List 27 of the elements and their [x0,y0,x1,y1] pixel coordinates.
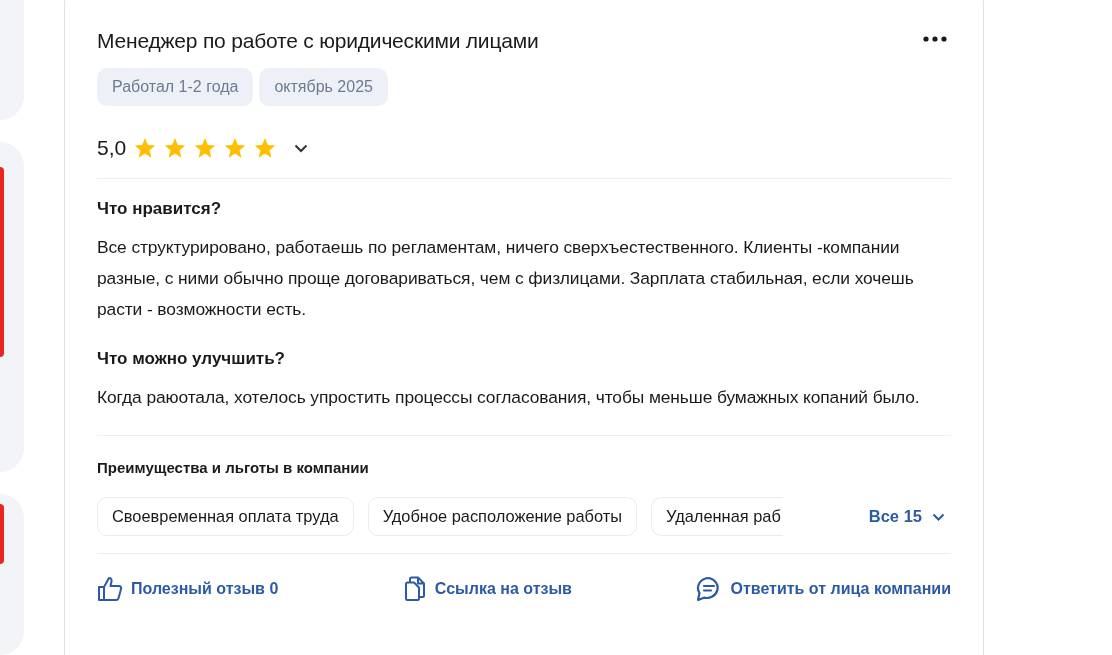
section-heading: Что можно улучшить? [97,349,286,369]
star-icon [194,137,217,159]
tag: Работал 1-2 года [97,68,254,106]
benefit-tag: Своевременная оплата труда [97,497,354,536]
section-heading: Что нравится? [97,199,223,219]
action-link[interactable]: Ссылка на отзыв [402,576,572,602]
review-text: Все структурировано, работаешь по регламентам, ничего сверхъестественного. Клиенты -компании разные, с ними обычно проще договариваться, чем с физлицами. Зарплата стабильная, если хочешь расти - возможности есть. [97,236,915,321]
action-link[interactable]: Полезный отзыв 0 [97,576,279,602]
review-title: Менеджер по работе с юридическими лицами [97,29,539,53]
show-all-button[interactable]: Все 15 [868,507,945,526]
benefit-tag: Удаленная раб [651,497,783,536]
chevron-icon[interactable] [294,143,309,153]
star-icon [134,137,157,159]
more-icon[interactable] [923,36,947,42]
review-text: Когда раюотала, хотелось упростить процессы согласования, чтобы меньше бумажных копаний было. [97,386,921,409]
star-icon [224,137,247,159]
thumbs-up-icon [97,576,123,602]
benefit-tag: Удобное расположение работы [367,497,638,536]
chevron-icon [932,512,945,521]
copy-icon [402,576,427,602]
accent-strip [0,503,4,564]
tag: октябрь 2025 [259,68,388,106]
rating-score: 5,0 [97,136,127,160]
benefits-heading: Преимущества и льготы в компании [97,459,370,476]
star-icon [164,137,187,159]
action-link[interactable]: Ответить от лица компании [696,576,951,602]
star-icon [254,137,277,159]
